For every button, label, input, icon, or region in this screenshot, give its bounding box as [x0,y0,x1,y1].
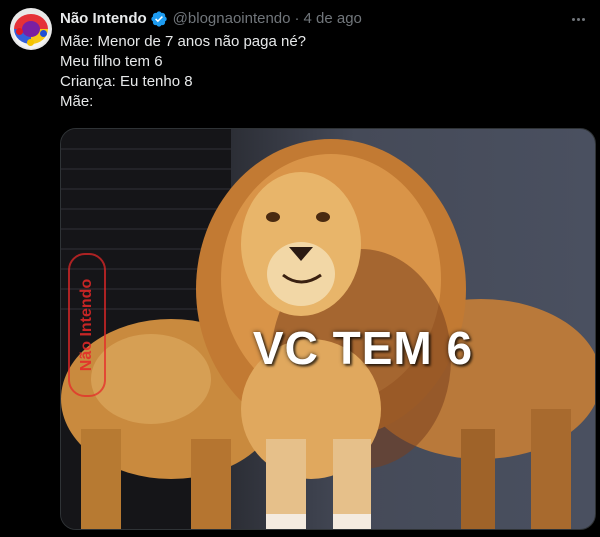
handle[interactable]: @blognaointendo [173,9,291,29]
tweet-text: Mãe: Menor de 7 anos não paga né? Meu fi… [60,32,580,112]
tweet[interactable]: Não Intendo @blognaointendo · 4 de ago M… [0,0,600,537]
avatar[interactable] [10,8,52,50]
avatar-dot [27,39,34,46]
more-options-icon[interactable] [568,9,588,29]
display-name[interactable]: Não Intendo [60,9,147,29]
watermark-logo: Não Intendo [68,253,106,397]
tweet-text-line: Mãe: [60,93,94,110]
verified-badge-icon [151,11,167,27]
avatar-logo-core [22,21,40,37]
tweet-text-line: Mãe: Menor de 7 anos não paga né? [60,33,307,50]
watermark-text: Não Intendo [78,279,95,372]
tweet-media-image[interactable]: VC TEM 6 Não Intendo [60,128,596,530]
timestamp[interactable]: 4 de ago [304,9,362,29]
avatar-dot [16,28,23,35]
tweet-text-line: Meu filho tem 6 [60,53,163,70]
avatar-dot [40,30,47,37]
separator-dot: · [294,10,300,27]
meme-caption: VC TEM 6 [252,322,474,374]
tweet-header: Não Intendo @blognaointendo · 4 de ago [60,9,362,29]
tweet-text-line: Criança: Eu tenho 8 [60,73,193,90]
